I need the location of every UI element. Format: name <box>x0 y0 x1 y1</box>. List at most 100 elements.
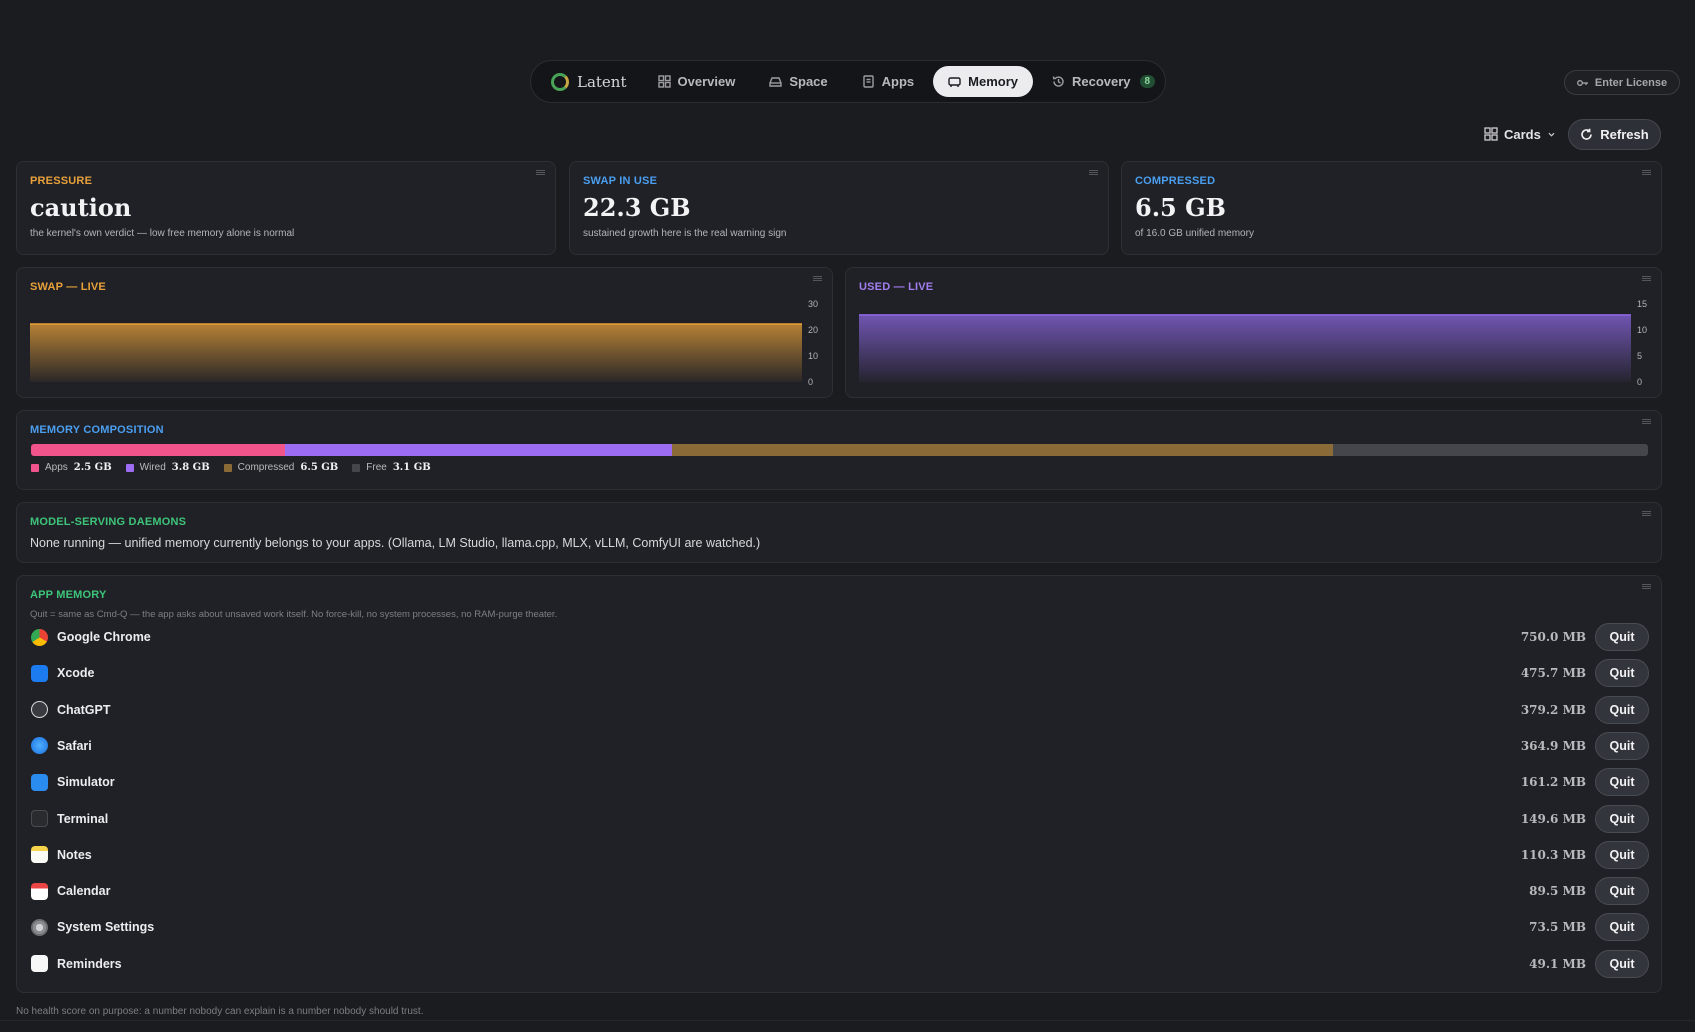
legend-item: Compressed 6.5 GB <box>223 462 339 473</box>
quit-button[interactable]: Quit <box>1595 659 1649 688</box>
quit-button[interactable]: Quit <box>1595 949 1649 978</box>
drag-handle-icon[interactable] <box>1642 511 1651 516</box>
reminders-icon <box>31 955 48 973</box>
pressure-sub: the kernel's own verdict — low free memo… <box>30 228 295 239</box>
quit-button[interactable]: Quit <box>1595 840 1649 869</box>
used-live-chart: 0 5 10 15 <box>859 299 1647 387</box>
app-name: Google Chrome <box>57 630 151 644</box>
safari-icon <box>31 737 48 755</box>
drag-handle-icon[interactable] <box>1642 419 1651 424</box>
daemons-card: MODEL-SERVING DAEMONS None running — uni… <box>16 502 1662 563</box>
app-row: Notes 110.3 MB Quit <box>31 840 1649 870</box>
pressure-value: caution <box>30 193 132 222</box>
grid-icon <box>657 75 671 88</box>
quit-button[interactable]: Quit <box>1595 768 1649 797</box>
drag-handle-icon[interactable] <box>1642 170 1651 175</box>
legend-label: Wired <box>139 462 166 473</box>
drive-icon <box>769 77 783 87</box>
tab-recovery[interactable]: Recovery 8 <box>1037 66 1170 97</box>
history-icon <box>1052 76 1064 87</box>
app-row: Xcode 475.7 MB Quit <box>31 658 1649 688</box>
legend-value: 6.5 GB <box>300 462 339 473</box>
app-row: System Settings 73.5 MB Quit <box>31 912 1649 942</box>
app-memory-size: 364.9 MB <box>1520 738 1586 753</box>
compressed-card: COMPRESSED 6.5 GB of 16.0 GB unified mem… <box>1121 161 1662 255</box>
y-tick-label: 20 <box>808 325 818 335</box>
swap-live-chart: 0 10 20 30 <box>30 299 818 387</box>
quit-button[interactable]: Quit <box>1595 731 1649 760</box>
calendar-icon <box>31 882 48 900</box>
composition-segment-wired <box>285 444 672 456</box>
app-name: Calendar <box>57 884 111 899</box>
quit-button[interactable]: Quit <box>1595 804 1649 833</box>
quit-button[interactable]: Quit <box>1595 877 1649 906</box>
latent-logo-icon <box>551 72 569 91</box>
swap-live-card: SWAP — LIVE 0 10 20 30 <box>16 267 833 398</box>
memory-composition-card: MEMORY COMPOSITION Apps 2.5 GB Wired 3.8 GB… <box>16 410 1662 490</box>
app-name: Simulator <box>57 775 115 790</box>
settings-icon <box>31 918 48 936</box>
top-nav: Latent Overview Space Apps Memory Recove… <box>530 60 1166 103</box>
apps-icon <box>862 75 874 88</box>
swap-value: 22.3 GB <box>583 193 691 222</box>
legend-item: Wired 3.8 GB <box>125 462 210 473</box>
app-name: ChatGPT <box>57 702 111 717</box>
tab-overview[interactable]: Overview <box>643 66 751 97</box>
enter-license-label: Enter License <box>1594 76 1668 89</box>
memory-icon <box>948 77 961 87</box>
tab-memory[interactable]: Memory <box>933 66 1033 97</box>
simulator-icon <box>31 773 48 791</box>
brand[interactable]: Latent <box>537 66 639 97</box>
app-row: Calendar 89.5 MB Quit <box>31 876 1649 906</box>
drag-handle-icon[interactable] <box>1642 276 1651 281</box>
app-row: ChatGPT 379.2 MB Quit <box>31 695 1649 725</box>
swap-card: SWAP IN USE 22.3 GB sustained growth her… <box>569 161 1109 255</box>
drag-handle-icon[interactable] <box>536 170 545 175</box>
swap-sub: sustained growth here is the real warnin… <box>583 228 787 239</box>
refresh-button[interactable]: Refresh <box>1568 119 1661 150</box>
legend-label: Compressed <box>237 462 295 473</box>
app-name: Notes <box>57 847 92 862</box>
app-row: Reminders 49.1 MB Quit <box>31 949 1649 979</box>
app-row: Simulator 161.2 MB Quit <box>31 767 1649 797</box>
app-memory-size: 110.3 MB <box>1520 847 1586 862</box>
app-memory-note: Quit = same as Cmd-Q — the app asks abou… <box>30 609 558 620</box>
app-row: Terminal 149.6 MB Quit <box>31 804 1649 834</box>
terminal-icon <box>31 810 48 827</box>
app-memory-size: 750.0 MB <box>1520 630 1586 644</box>
composition-segment-apps <box>31 444 286 456</box>
drag-handle-icon[interactable] <box>1089 170 1098 175</box>
composition-segment-compressed <box>671 444 1333 456</box>
daemons-title: MODEL-SERVING DAEMONS <box>30 516 187 528</box>
app-name: Terminal <box>57 811 109 826</box>
app-memory-title: APP MEMORY <box>30 589 107 601</box>
app-memory-size: 161.2 MB <box>1520 775 1586 790</box>
tab-apps[interactable]: Apps <box>847 66 930 97</box>
view-mode-dropdown[interactable]: Cards <box>1484 124 1556 144</box>
used-live-card: USED — LIVE 0 5 10 15 <box>845 267 1662 398</box>
tab-label: Memory <box>968 74 1018 89</box>
tab-space[interactable]: Space <box>754 66 842 97</box>
app-memory-size: 89.5 MB <box>1529 884 1586 899</box>
y-tick-label: 5 <box>1637 351 1642 361</box>
quit-button[interactable]: Quit <box>1595 913 1649 942</box>
notes-icon <box>31 846 48 864</box>
pressure-label: PRESSURE <box>30 175 93 187</box>
view-mode-label: Cards <box>1504 126 1541 142</box>
quit-button[interactable]: Quit <box>1595 695 1649 724</box>
drag-handle-icon[interactable] <box>1642 584 1651 589</box>
composition-legend: Apps 2.5 GB Wired 3.8 GB Compressed 6.5 GB Fre… <box>31 462 431 473</box>
tab-label: Recovery <box>1072 74 1131 89</box>
recovery-count-badge: 8 <box>1139 75 1156 88</box>
refresh-icon <box>1581 128 1593 140</box>
drag-handle-icon[interactable] <box>813 276 822 281</box>
quit-button[interactable]: Quit <box>1595 623 1649 651</box>
composition-title: MEMORY COMPOSITION <box>30 424 164 436</box>
app-memory-size: 379.2 MB <box>1520 702 1586 717</box>
legend-swatch <box>223 463 232 472</box>
tab-label: Apps <box>881 74 915 89</box>
app-memory-size: 149.6 MB <box>1520 811 1586 826</box>
tab-label: Space <box>789 74 828 89</box>
enter-license-button[interactable]: Enter License <box>1564 70 1680 95</box>
legend-value: 3.1 GB <box>392 462 431 473</box>
